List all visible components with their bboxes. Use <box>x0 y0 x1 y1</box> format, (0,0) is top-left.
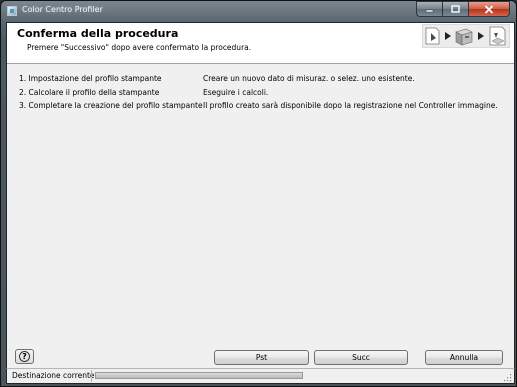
app-icon[interactable] <box>7 6 17 16</box>
step-name: 2. Calcolare il profilo della stampante <box>19 87 160 97</box>
status-label: Destinazione corrente <box>12 371 95 380</box>
caption-buttons <box>416 1 510 18</box>
list-item: 1. Impostazione del profilo stampante Cr… <box>19 74 509 88</box>
wizard-steps-graphic <box>422 24 510 48</box>
printer-icon <box>455 28 473 46</box>
status-divider <box>91 370 92 382</box>
step-description: Eseguire i calcoli. <box>203 87 269 97</box>
maximize-icon <box>451 5 460 13</box>
step-name: 1. Impostazione del profilo stampante <box>19 74 162 83</box>
resize-grip-icon[interactable] <box>504 374 512 382</box>
list-item: 3. Completare la creazione del profilo s… <box>19 101 509 115</box>
title-bar[interactable]: Color Centro Profiler <box>1 1 516 21</box>
maximize-button[interactable] <box>442 1 468 17</box>
previous-button[interactable]: Pst <box>214 350 309 365</box>
list-item: 2. Calcolare il profilo della stampante … <box>19 88 509 102</box>
profile-icon <box>489 26 506 46</box>
step-description: Creare un nuovo dato di misuraz. o selez… <box>203 74 415 83</box>
procedure-steps-list: 1. Impostazione del profilo stampante Cr… <box>19 74 509 115</box>
close-icon <box>484 4 494 14</box>
wizard-client-area: Conferma della procedura Premere "Succes… <box>6 22 515 369</box>
cancel-button[interactable]: Annulla <box>425 350 503 365</box>
page-subtitle: Premere "Successivo" dopo avere conferma… <box>27 43 252 52</box>
document-icon <box>425 27 440 45</box>
page-title: Conferma della procedura <box>17 27 179 40</box>
minimize-icon <box>425 9 434 13</box>
question-icon: ? <box>19 351 30 362</box>
progress-fill <box>96 373 302 378</box>
wizard-header: Conferma della procedura Premere "Succes… <box>7 23 514 64</box>
close-button[interactable] <box>468 1 510 17</box>
application-window: Color Centro Profiler Conferma della pro… <box>0 0 517 387</box>
next-button[interactable]: Succ <box>314 350 408 365</box>
status-bar: Destinazione corrente <box>6 368 515 384</box>
step-description: Il profilo creato sarà disponibile dopo … <box>203 101 498 110</box>
help-button[interactable]: ? <box>15 349 34 364</box>
minimize-button[interactable] <box>416 1 442 17</box>
window-title: Color Centro Profiler <box>22 5 103 14</box>
step-name: 3. Completare la creazione del profilo s… <box>19 101 203 110</box>
progress-bar <box>95 372 303 379</box>
